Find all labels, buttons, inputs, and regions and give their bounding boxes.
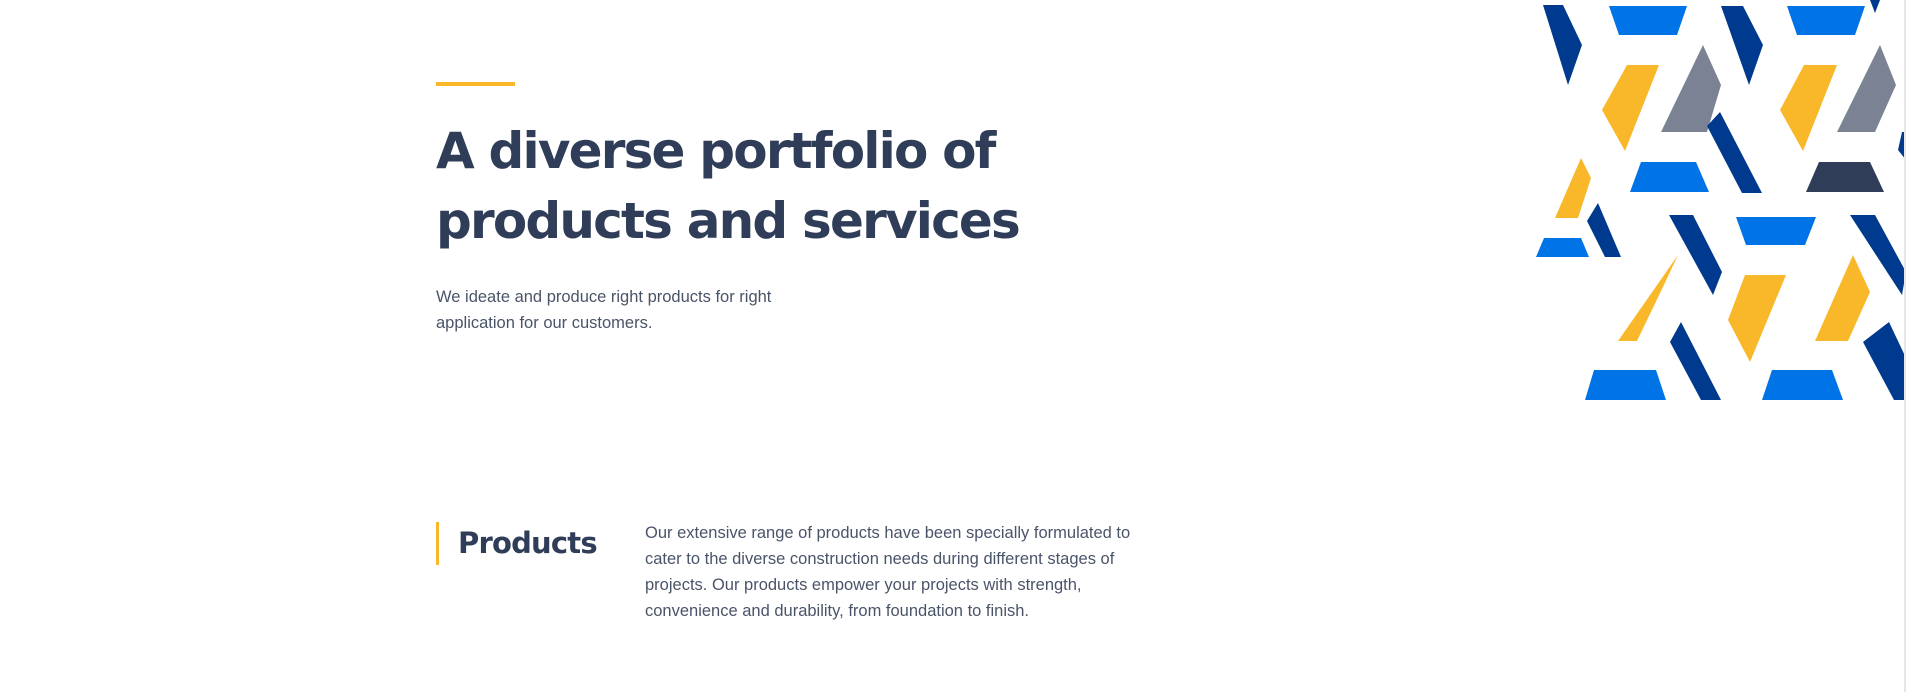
pattern-shape — [1736, 217, 1816, 245]
pattern-shape — [1555, 158, 1591, 218]
pattern-shape — [1587, 203, 1621, 257]
products-heading-bar: Products — [436, 522, 598, 565]
pattern-shape — [1618, 255, 1678, 341]
pattern-shape — [1536, 238, 1589, 257]
pattern-shape — [1721, 6, 1763, 85]
products-description: Our extensive range of products have bee… — [645, 524, 1131, 620]
products-section: Products Our extensive range of products… — [436, 522, 1196, 642]
geometric-pattern-graphic — [1536, 0, 1906, 400]
page-title: A diverse portfolio of products and serv… — [436, 116, 1136, 256]
pattern-shape — [1806, 162, 1884, 192]
pattern-shape — [1780, 65, 1837, 151]
accent-line — [436, 82, 515, 86]
pattern-shape — [1661, 45, 1721, 132]
pattern-shape — [1837, 45, 1896, 132]
hero-subtitle: We ideate and produce right products for… — [436, 288, 772, 332]
pattern-shape — [1728, 275, 1786, 362]
pattern-shape — [1707, 112, 1762, 193]
pattern-shape — [1585, 370, 1666, 400]
page-title-line-1: A diverse portfolio of — [436, 122, 996, 180]
pattern-shape — [1787, 6, 1865, 35]
pattern-shape — [1670, 322, 1721, 400]
products-heading: Products — [458, 526, 598, 560]
pattern-shape — [1669, 215, 1722, 295]
pattern-shape — [1543, 5, 1582, 85]
pattern-shape — [1815, 255, 1870, 341]
page-title-line-2: products and services — [436, 192, 1021, 250]
pattern-shape — [1870, 0, 1880, 13]
pattern-shape — [1609, 6, 1687, 35]
pattern-shape — [1602, 65, 1659, 151]
pattern-shape — [1762, 370, 1843, 400]
hero-section: A diverse portfolio of products and serv… — [436, 82, 1136, 336]
pattern-shape — [1630, 162, 1709, 192]
pattern-shape — [1863, 322, 1906, 400]
